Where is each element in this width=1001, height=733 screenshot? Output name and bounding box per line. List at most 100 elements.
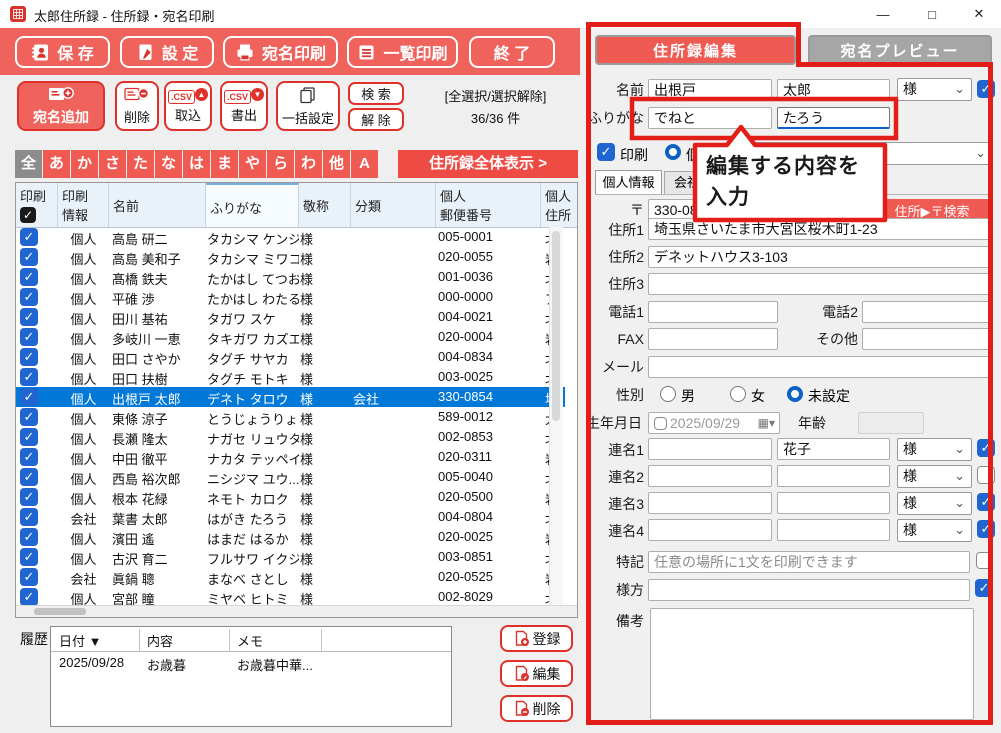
tab-address-edit[interactable]: 住所録編集	[595, 35, 796, 65]
tokki-checkbox[interactable]	[976, 552, 993, 569]
person-radio[interactable]	[665, 144, 681, 160]
history-delete-button[interactable]: 削除	[500, 695, 573, 722]
kana-last-field[interactable]: でねと	[648, 107, 772, 129]
joint2-second-field[interactable]	[777, 465, 890, 487]
row-print-checkbox[interactable]	[20, 588, 38, 606]
row-print-checkbox[interactable]	[20, 508, 38, 526]
index-tab-他[interactable]: 他	[323, 150, 350, 178]
joint3-checkbox[interactable]	[977, 493, 995, 511]
kana-first-field[interactable]: たろう	[777, 107, 890, 129]
minimize-button[interactable]: —	[860, 0, 906, 28]
gender-male-radio[interactable]	[660, 386, 676, 402]
index-tab-わ[interactable]: わ	[295, 150, 322, 178]
first-name-field[interactable]: 太郎	[777, 79, 890, 101]
joint1-first-field[interactable]	[648, 438, 772, 460]
exit-button[interactable]: 終 了	[469, 36, 555, 68]
col-print[interactable]: 印刷	[16, 183, 58, 227]
name-print-checkbox[interactable]	[977, 80, 995, 98]
row-print-checkbox[interactable]	[20, 388, 38, 406]
save-button[interactable]: 保 存	[15, 36, 110, 68]
col-category[interactable]: 分類	[351, 183, 436, 227]
table-row[interactable]: 個人髙橋 鉄夫たかはし てつお様001-0036北	[16, 267, 565, 287]
table-row[interactable]: 個人田口 扶樹タグチ モトキ様003-0025北	[16, 367, 565, 387]
print-checkbox[interactable]	[597, 143, 615, 161]
index-tab-さ[interactable]: さ	[99, 150, 126, 178]
table-vertical-scrollbar[interactable]	[549, 227, 563, 607]
table-row[interactable]: 個人西島 裕次郎ニシジマ ユウ...様005-0040北	[16, 467, 565, 487]
category-select[interactable]	[735, 142, 993, 165]
table-row[interactable]: 個人古沢 育二フルサワ イクジ様003-0851北	[16, 547, 565, 567]
select-all-checkbox[interactable]	[20, 207, 36, 223]
joint3-first-field[interactable]	[648, 492, 772, 514]
row-print-checkbox[interactable]	[20, 248, 38, 266]
joint1-second-field[interactable]: 花子	[777, 438, 890, 460]
table-row[interactable]: 個人中田 徹平ナカタ テッペイ様020-0311岩	[16, 447, 565, 467]
add-address-button[interactable]: 宛名追加	[17, 81, 105, 131]
birth-checkbox[interactable]	[654, 417, 667, 430]
print-list-button[interactable]: 一覧印刷	[347, 36, 458, 68]
honorific-select[interactable]: 様	[897, 78, 972, 101]
row-print-checkbox[interactable]	[20, 328, 38, 346]
table-row[interactable]: 個人出根戸 太郎デネト タロウ様会社330-0854埼	[16, 387, 565, 407]
tokki-field[interactable]: 任意の場所に1文を印刷できます	[648, 551, 970, 573]
joint3-honorific-select[interactable]: 様	[897, 492, 972, 515]
col-info[interactable]: 印刷情報	[58, 183, 109, 227]
table-row[interactable]: 個人高島 研二タカシマ ケンジ様005-0001北	[16, 227, 565, 247]
row-print-checkbox[interactable]	[20, 368, 38, 386]
joint2-checkbox[interactable]	[977, 466, 995, 484]
row-print-checkbox[interactable]	[20, 548, 38, 566]
index-tab-か[interactable]: か	[71, 150, 98, 178]
gender-female-radio[interactable]	[730, 386, 746, 402]
csv-export-button[interactable]: .CSV▼ 書出	[220, 81, 268, 131]
addr3-field[interactable]	[648, 273, 993, 295]
joint4-first-field[interactable]	[648, 519, 772, 541]
select-all-toggle[interactable]: [全選択/選択解除]	[418, 86, 573, 105]
table-row[interactable]: 個人多岐川 一恵タキガワ カズエ様020-0004岩	[16, 327, 565, 347]
tel1-field[interactable]	[648, 301, 778, 323]
table-row[interactable]: 個人高島 美和子タカシマ ミワコ様020-0055岩	[16, 247, 565, 267]
row-print-checkbox[interactable]	[20, 488, 38, 506]
table-row[interactable]: 個人東條 涼子とうじょうりょうこ様589-0012大	[16, 407, 565, 427]
tab-address-preview[interactable]: 宛名プレビュー	[808, 35, 992, 65]
index-tab-あ[interactable]: あ	[43, 150, 70, 178]
row-print-checkbox[interactable]	[20, 568, 38, 586]
row-print-checkbox[interactable]	[20, 428, 38, 446]
table-row[interactable]: 個人平碓 渉たかはし わたる様000-0000ア	[16, 287, 565, 307]
col-zip[interactable]: 個人郵便番号	[436, 183, 541, 227]
mail-field[interactable]	[648, 356, 993, 378]
joint2-honorific-select[interactable]: 様	[897, 465, 972, 488]
addr2-field[interactable]: デネットハウス3-103	[648, 246, 993, 268]
delete-address-button[interactable]: 削除	[115, 81, 159, 131]
last-name-field[interactable]: 出根戸	[648, 79, 772, 101]
index-tab-ま[interactable]: ま	[211, 150, 238, 178]
print-address-button[interactable]: 宛名印刷	[223, 36, 338, 68]
history-edit-button[interactable]: 編集	[500, 660, 573, 687]
index-tab-な[interactable]: な	[155, 150, 182, 178]
row-print-checkbox[interactable]	[20, 268, 38, 286]
settings-button[interactable]: 設 定	[120, 36, 214, 68]
addr1-field[interactable]: 埼玉県さいたま市大宮区桜木町1-23	[648, 218, 993, 240]
joint1-checkbox[interactable]	[977, 439, 995, 457]
samakata-field[interactable]	[648, 579, 970, 601]
index-tab-全[interactable]: 全	[15, 150, 42, 178]
batch-settings-button[interactable]: 一括設定	[276, 81, 340, 131]
row-print-checkbox[interactable]	[20, 228, 38, 246]
history-col-content[interactable]: 内容	[147, 631, 173, 650]
search-clear-button[interactable]: 解 除	[348, 108, 404, 131]
row-print-checkbox[interactable]	[20, 468, 38, 486]
col-name[interactable]: 名前	[109, 183, 206, 227]
samakata-checkbox[interactable]	[975, 579, 993, 597]
row-print-checkbox[interactable]	[20, 308, 38, 326]
history-register-button[interactable]: 登録	[500, 625, 573, 652]
index-tab-A[interactable]: A	[351, 150, 378, 178]
row-print-checkbox[interactable]	[20, 528, 38, 546]
col-honorific[interactable]: 敬称	[299, 183, 351, 227]
row-print-checkbox[interactable]	[20, 408, 38, 426]
table-row[interactable]: 会社眞鍋 聰まなべ さとし様020-0525岩	[16, 567, 565, 587]
csv-import-button[interactable]: .CSV▲ 取込	[164, 81, 212, 131]
table-row[interactable]: 個人宮部 瞳ミヤベ ヒトミ様002-8029北	[16, 587, 565, 607]
tab-company-info[interactable]: 会社情報	[664, 171, 736, 195]
index-tab-ら[interactable]: ら	[267, 150, 294, 178]
search-button[interactable]: 検 索	[348, 82, 404, 105]
biko-textarea[interactable]	[650, 608, 974, 720]
